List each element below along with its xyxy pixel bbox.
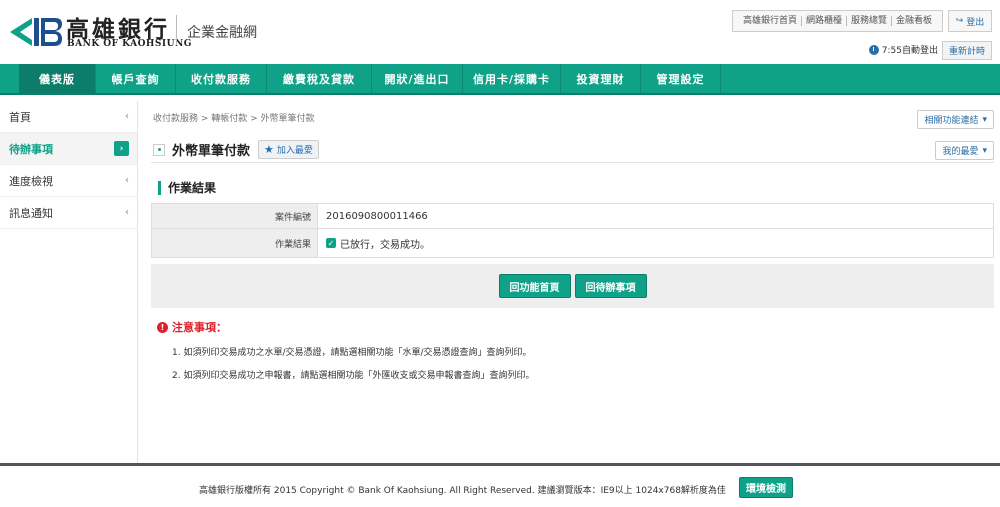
notes: ! 注意事項： 1. 如須列印交易成功之水單/交易憑證，請點選相關功能「水單/交… <box>157 319 534 381</box>
sidebar-item-messages[interactable]: 訊息通知 ‹ <box>0 197 137 229</box>
environment-check-button[interactable]: 環境檢測 <box>739 477 793 498</box>
caret-down-icon: ▾ <box>982 145 987 156</box>
logout-icon: ↪ <box>955 16 964 26</box>
related-functions-dropdown[interactable]: 相關功能連結 ▾ <box>917 110 994 129</box>
sidebar-item-label: 訊息通知 <box>9 206 53 220</box>
alert-icon: ! <box>157 321 168 333</box>
bank-name-en: BANK OF KAOHSIUNG <box>67 39 192 49</box>
star-icon: ★ <box>264 143 274 156</box>
logout-label: 登出 <box>966 17 985 28</box>
result-table: 案件編號 2016090800011466 作業結果 ✓ 已放行，交易成功。 <box>151 203 994 258</box>
notes-title: ! 注意事項： <box>157 319 534 335</box>
related-functions-label: 相關功能連結 <box>924 116 979 126</box>
top-link-board[interactable]: 金融看板 <box>892 16 936 26</box>
caret-down-icon: ▾ <box>982 114 987 125</box>
add-favorite-button[interactable]: ★ 加入最愛 <box>258 140 319 159</box>
top-link-counter[interactable]: 網路櫃檯 <box>802 16 847 26</box>
section-title: 作業結果 <box>168 181 217 195</box>
note-item: 2. 如須列印交易成功之申報書，請點選相關功能「外匯收支或交易申報書查詢」查詢列… <box>172 371 535 381</box>
sidebar-item-label: 首頁 <box>9 110 31 124</box>
brand-subtitle: 企業金融網 <box>187 25 257 41</box>
back-todo-button[interactable]: 回待辦事項 <box>574 274 647 298</box>
main-content: 收付款服務 > 轉帳付款 > 外幣單筆付款 相關功能連結 ▾ 外幣單筆付款 ★ … <box>151 101 994 463</box>
sidebar-item-home[interactable]: 首頁 ‹ <box>0 101 137 133</box>
status-label: 作業結果 <box>152 229 318 257</box>
sidebar: 首頁 ‹ 待辦事項 › 進度檢視 ‹ 訊息通知 ‹ <box>0 101 138 463</box>
session-timer: 7:55自動登出 <box>868 43 938 56</box>
breadcrumb[interactable]: 收付款服務 > 轉帳付款 > 外幣單筆付款 <box>153 111 315 124</box>
page-title: 外幣單筆付款 <box>172 144 251 159</box>
clock-icon <box>868 44 879 55</box>
nav-management[interactable]: 管理設定 <box>641 64 721 93</box>
status-value: ✓ 已放行，交易成功。 <box>318 229 993 257</box>
brand-divider <box>176 15 177 45</box>
session-time-text: 7:55自動登出 <box>881 46 938 56</box>
table-row: 案件編號 2016090800011466 <box>152 204 993 229</box>
chevron-left-icon: ‹ <box>125 111 129 122</box>
sidebar-item-label: 進度檢視 <box>9 174 53 188</box>
my-favorites-dropdown[interactable]: 我的最愛 ▾ <box>935 141 994 160</box>
table-row: 作業結果 ✓ 已放行，交易成功。 <box>152 229 993 257</box>
footer: 高雄銀行版權所有 2015 Copyright © Bank Of Kaohsi… <box>0 463 1000 507</box>
sidebar-item-progress[interactable]: 進度檢視 ‹ <box>0 165 137 197</box>
top-link-home[interactable]: 高雄銀行首頁 <box>739 16 802 26</box>
reset-timer-button[interactable]: 重新計時 <box>942 41 992 60</box>
sidebar-item-todo[interactable]: 待辦事項 › <box>0 133 137 165</box>
footer-copyright: 高雄銀行版權所有 2015 Copyright © Bank Of Kaohsi… <box>199 486 726 496</box>
nav-credit-card[interactable]: 信用卡/採購卡 <box>463 64 561 93</box>
logout-button[interactable]: ↪ 登出 <box>948 10 992 32</box>
nav-import-export[interactable]: 開狀/進出口 <box>372 64 463 93</box>
my-favorites-label: 我的最愛 <box>942 147 979 157</box>
nav-account-inquiry[interactable]: 帳戶查詢 <box>96 64 176 93</box>
chevron-left-icon: ‹ <box>125 207 129 218</box>
main-nav: 儀表版 帳戶查詢 收付款服務 繳費稅及貸款 開狀/進出口 信用卡/採購卡 投資理… <box>0 64 1000 95</box>
status-text: 已放行，交易成功。 <box>340 239 430 251</box>
section-heading: 作業結果 <box>158 179 216 196</box>
nav-tax-loan[interactable]: 繳費稅及貸款 <box>267 64 372 93</box>
header: 高雄銀行 BANK OF KAOHSIUNG 企業金融網 高雄銀行首頁 網路櫃檯… <box>0 0 1000 64</box>
title-bullet-icon <box>153 143 165 156</box>
chevron-left-icon: ‹ <box>125 175 129 186</box>
bank-logo[interactable] <box>8 14 64 50</box>
back-home-button[interactable]: 回功能首頁 <box>498 274 571 298</box>
chevron-right-icon: › <box>114 141 129 156</box>
top-links: 高雄銀行首頁 網路櫃檯 服務總覽 金融看板 <box>731 10 943 32</box>
case-no-value: 2016090800011466 <box>326 210 428 222</box>
nav-payment-services[interactable]: 收付款服務 <box>176 64 267 93</box>
checkmark-icon: ✓ <box>326 238 336 248</box>
top-link-services[interactable]: 服務總覽 <box>847 16 892 26</box>
section-bar <box>158 180 161 195</box>
case-no-label: 案件編號 <box>152 204 318 228</box>
nav-dashboard[interactable]: 儀表版 <box>19 64 96 93</box>
nav-investment[interactable]: 投資理財 <box>561 64 641 93</box>
page-title-bar: 外幣單筆付款 ★ 加入最愛 <box>151 137 994 163</box>
note-item: 1. 如須列印交易成功之水單/交易憑證，請點選相關功能「水單/交易憑證查詢」查詢… <box>172 348 532 358</box>
add-favorite-label: 加入最愛 <box>276 146 313 156</box>
action-bar: 回功能首頁 回待辦事項 <box>151 264 994 308</box>
notes-title-text: 注意事項： <box>172 321 227 334</box>
sidebar-item-label: 待辦事項 <box>9 142 53 156</box>
